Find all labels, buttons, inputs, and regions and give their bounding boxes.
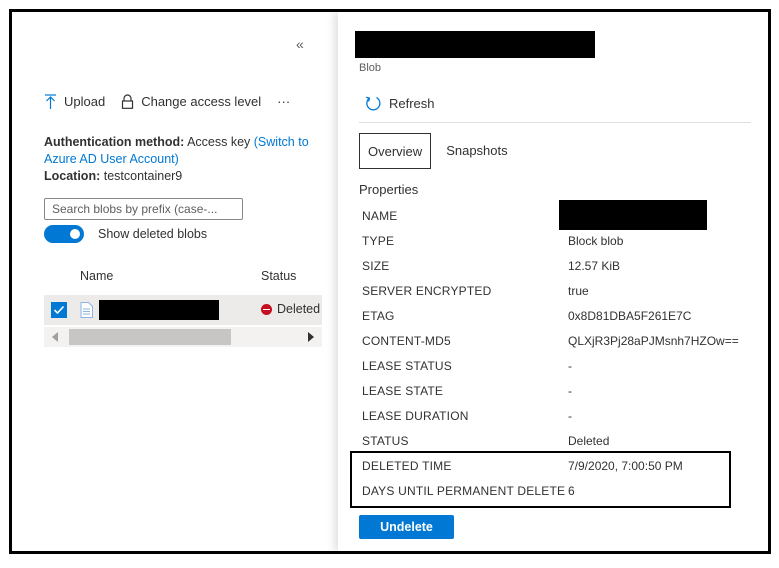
show-deleted-blobs-label: Show deleted blobs <box>98 227 208 241</box>
property-row-content-md5: CONTENT-MD5 QLXjR3Pj28aPJMsnh7HZOw== <box>362 328 762 353</box>
redacted-blob-title <box>355 31 595 58</box>
property-row-lease-status: LEASE STATUS - <box>362 353 762 378</box>
container-blob-list-pane: « Upload Change access level ··· Authent… <box>12 12 338 551</box>
toolbar-divider <box>359 122 751 123</box>
blob-details-pane: Blob Refresh Overview Snapshots Properti… <box>338 12 768 551</box>
row-checkbox[interactable] <box>51 302 67 318</box>
collapse-pane-button[interactable]: « <box>296 36 304 52</box>
auth-info: Authentication method: Access key (Switc… <box>44 134 329 185</box>
property-row-name: NAME <box>362 199 762 230</box>
property-key: SIZE <box>362 258 390 273</box>
property-row-status: STATUS Deleted <box>362 428 762 453</box>
detail-tabs: Overview Snapshots <box>359 133 516 169</box>
property-key: NAME <box>362 208 398 223</box>
property-key: LEASE STATUS <box>362 358 452 373</box>
column-header-status[interactable]: Status <box>261 269 296 283</box>
upload-button[interactable]: Upload <box>44 94 105 109</box>
refresh-button[interactable]: Refresh <box>365 95 435 112</box>
property-row-etag: ETAG 0x8D81DBA5F261E7C <box>362 303 762 328</box>
show-deleted-blobs-toggle[interactable] <box>44 225 84 243</box>
blob-toolbar: Upload Change access level ··· <box>44 94 306 109</box>
row-status-text: Deleted <box>277 302 321 316</box>
property-value: Deleted <box>568 433 610 448</box>
location-value: testcontainer9 <box>103 169 183 183</box>
redacted-blob-name <box>99 300 219 320</box>
scrollbar-thumb[interactable] <box>69 329 231 345</box>
property-row-server-encrypted: SERVER ENCRYPTED true <box>362 278 762 303</box>
show-deleted-blobs-toggle-row: Show deleted blobs <box>44 225 207 243</box>
property-value: true <box>568 283 589 298</box>
highlight-box <box>350 451 731 508</box>
property-key: STATUS <box>362 433 409 448</box>
scroll-left-arrow-icon[interactable] <box>52 332 58 342</box>
property-key: LEASE DURATION <box>362 408 469 423</box>
screenshot-frame: « Upload Change access level ··· Authent… <box>9 9 771 554</box>
property-row-lease-duration: LEASE DURATION - <box>362 403 762 428</box>
refresh-label: Refresh <box>389 96 435 111</box>
property-row-lease-state: LEASE STATE - <box>362 378 762 403</box>
tab-snapshots[interactable]: Snapshots <box>438 133 515 167</box>
checkmark-icon <box>53 305 65 315</box>
property-value: 12.57 KiB <box>568 258 621 273</box>
property-key: ETAG <box>362 308 395 323</box>
auth-method-value: Access key <box>187 135 251 149</box>
deleted-status-icon <box>261 303 272 315</box>
undelete-button[interactable]: Undelete <box>359 515 454 539</box>
property-value: - <box>568 383 572 398</box>
search-blobs-input[interactable] <box>44 198 243 220</box>
property-value: Block blob <box>568 233 624 248</box>
file-icon <box>80 302 93 318</box>
lock-icon <box>122 94 134 109</box>
property-value: QLXjR3Pj28aPJMsnh7HZOw== <box>568 333 739 348</box>
property-row-size: SIZE 12.57 KiB <box>362 253 762 278</box>
column-header-name[interactable]: Name <box>80 269 113 283</box>
property-value: - <box>568 408 572 423</box>
auth-method-label: Authentication method: <box>44 135 185 149</box>
table-row[interactable]: Deleted <box>44 295 322 325</box>
property-key: SERVER ENCRYPTED <box>362 283 492 298</box>
property-key: CONTENT-MD5 <box>362 333 451 348</box>
redacted-name-value <box>559 199 707 230</box>
upload-icon <box>45 94 56 109</box>
location-label: Location: <box>44 169 101 183</box>
scroll-right-arrow-icon[interactable] <box>308 332 314 342</box>
property-key: TYPE <box>362 233 395 248</box>
tab-overview[interactable]: Overview <box>359 133 432 169</box>
more-options-button[interactable]: ··· <box>277 94 290 109</box>
property-row-type: TYPE Block blob <box>362 228 762 253</box>
horizontal-scrollbar[interactable] <box>44 327 322 347</box>
property-value: - <box>568 358 572 373</box>
row-status: Deleted <box>261 302 320 316</box>
upload-label: Upload <box>64 94 106 109</box>
change-access-level-label: Change access level <box>141 94 262 109</box>
property-value: 0x8D81DBA5F261E7C <box>568 308 692 323</box>
properties-heading: Properties <box>359 182 419 197</box>
pane-subtitle: Blob <box>359 62 382 74</box>
change-access-level-button[interactable]: Change access level <box>121 94 261 109</box>
property-key: LEASE STATE <box>362 383 444 398</box>
refresh-icon <box>366 96 381 111</box>
